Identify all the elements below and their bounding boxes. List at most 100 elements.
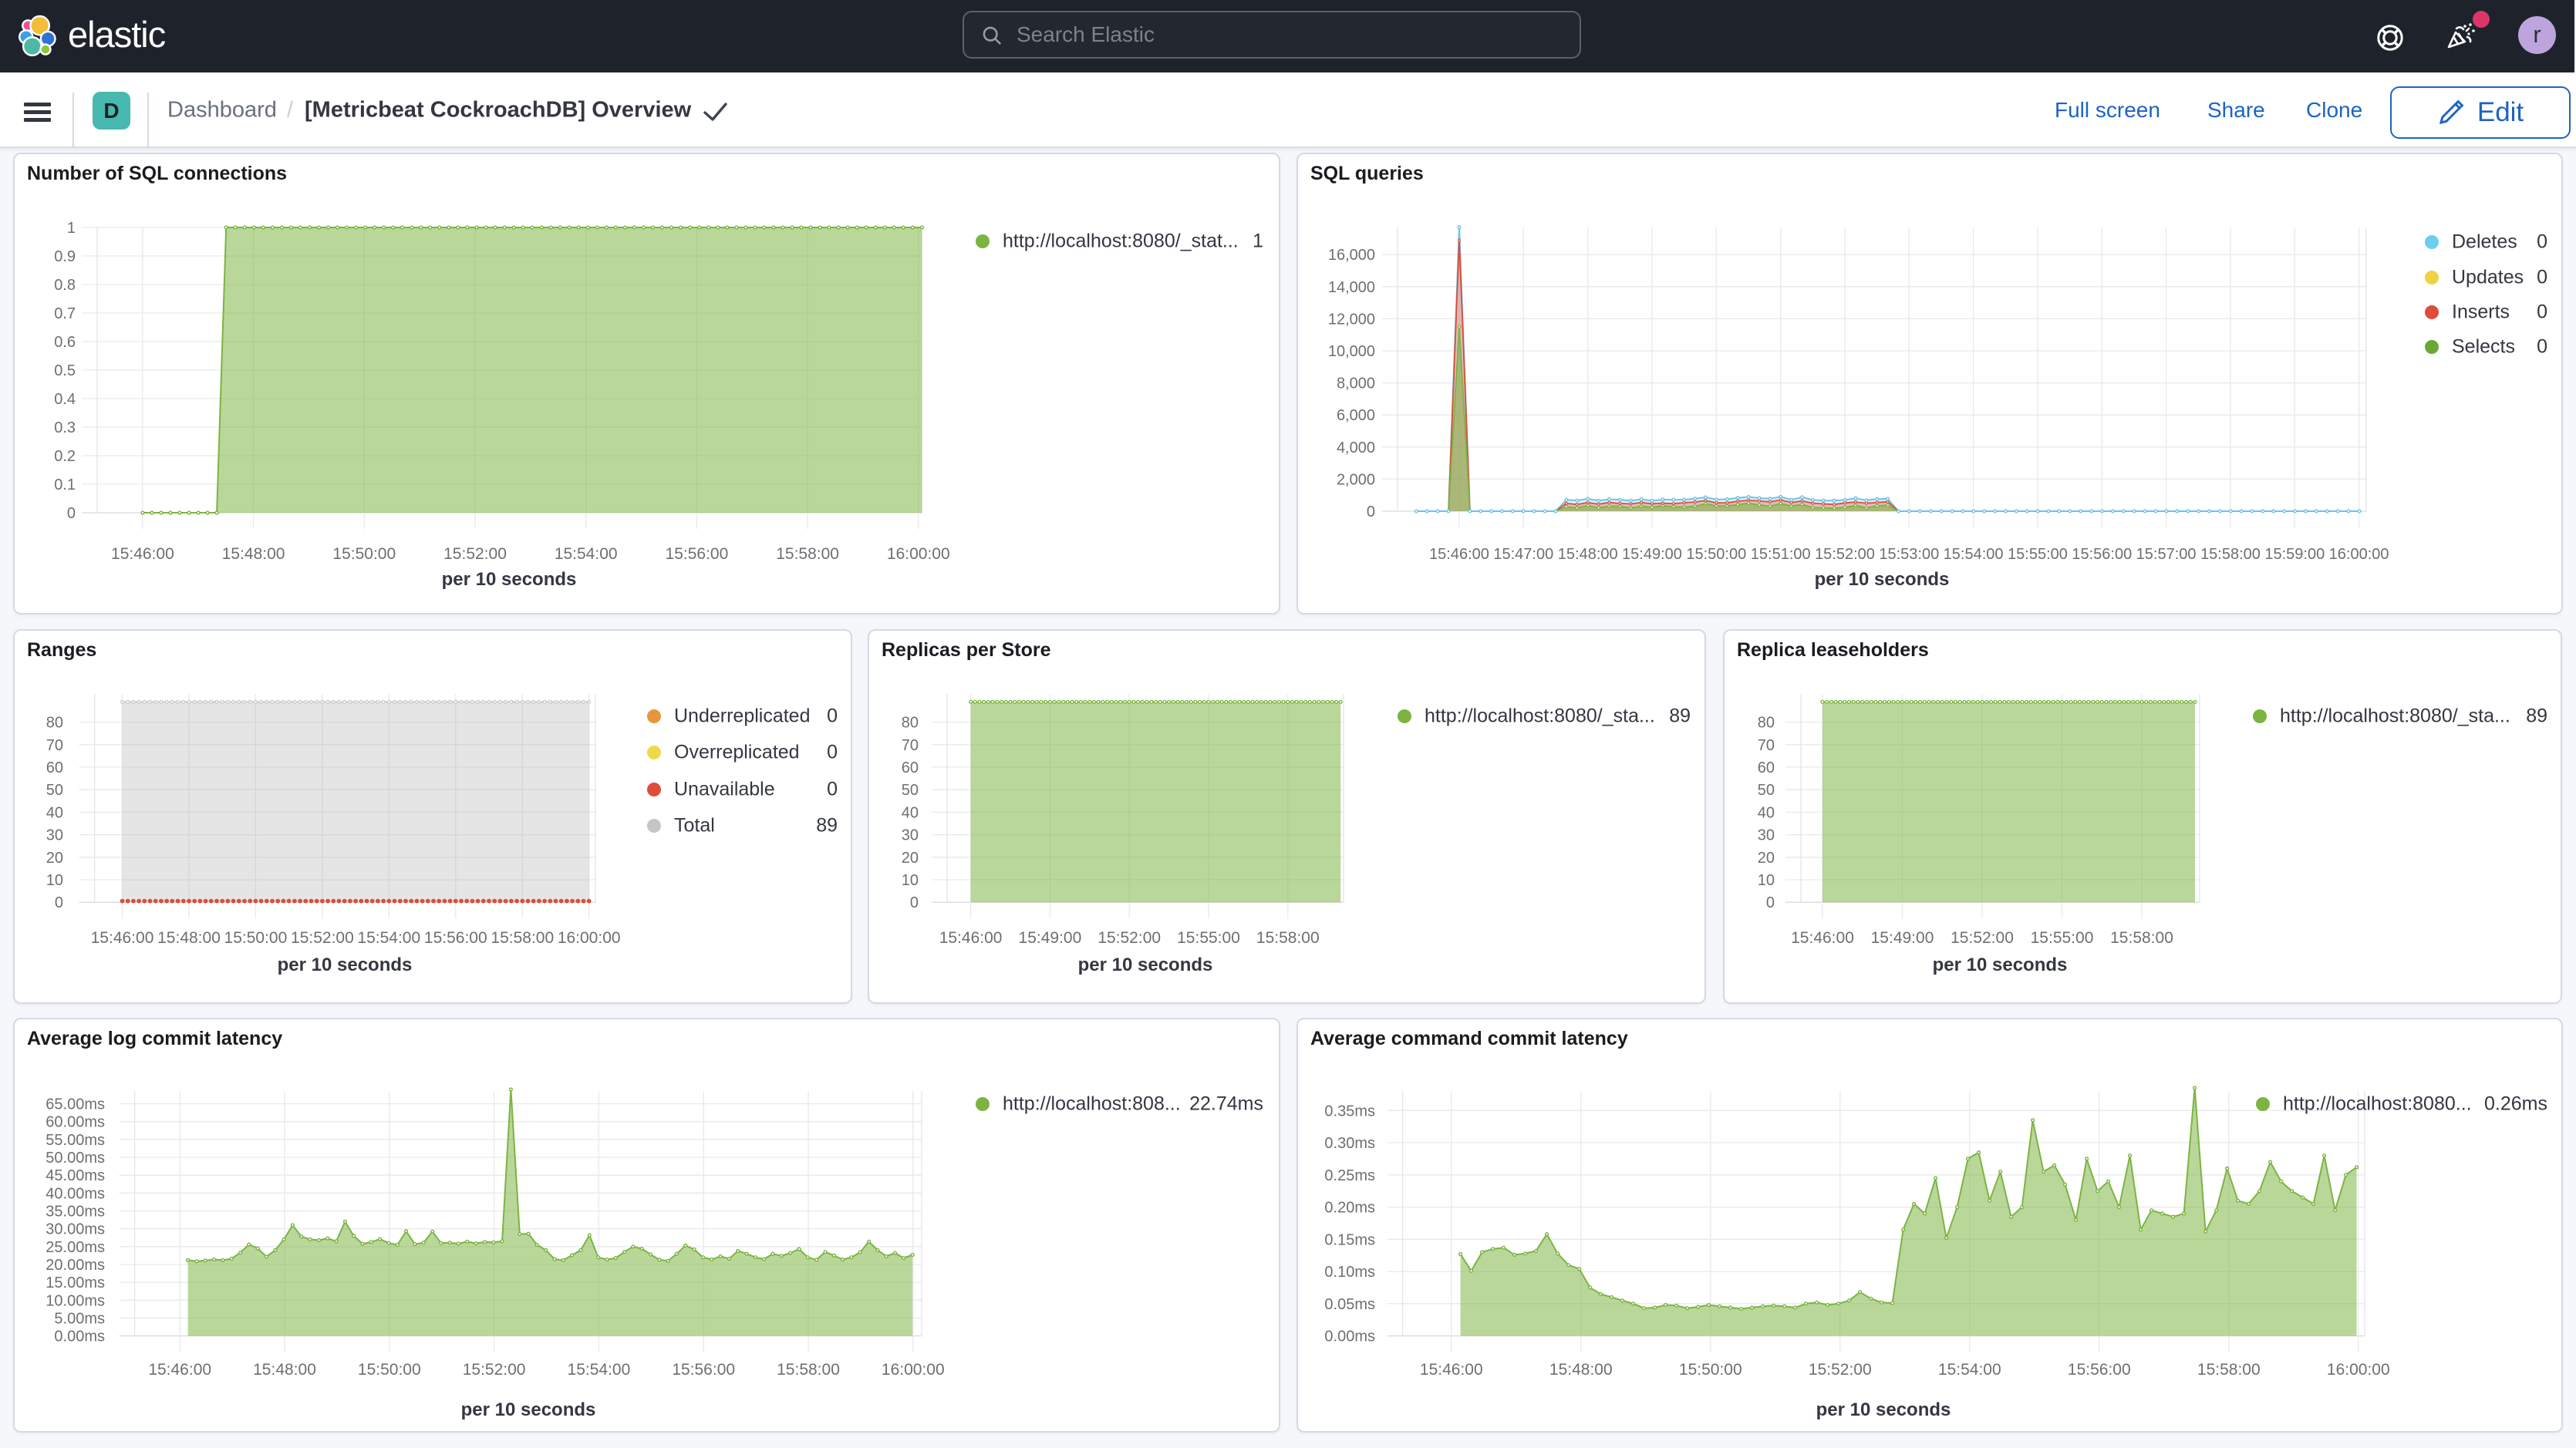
svg-text:15:51:00: 15:51:00 (1751, 546, 1811, 563)
svg-text:20: 20 (902, 850, 919, 867)
svg-text:16:00:00: 16:00:00 (882, 1361, 945, 1379)
svg-text:per 10 seconds: per 10 seconds (1816, 1399, 1951, 1420)
svg-text:0: 0 (1766, 894, 1775, 911)
svg-text:14,000: 14,000 (1328, 279, 1375, 296)
svg-text:45.00ms: 45.00ms (46, 1167, 105, 1184)
svg-text:15:56:00: 15:56:00 (672, 1361, 735, 1379)
svg-text:0.15ms: 0.15ms (1324, 1231, 1375, 1248)
svg-text:15:54:00: 15:54:00 (568, 1361, 631, 1379)
svg-text:15:56:00: 15:56:00 (2072, 546, 2132, 563)
svg-text:0.2: 0.2 (54, 448, 76, 465)
svg-text:16,000: 16,000 (1328, 247, 1375, 264)
svg-text:20.00ms: 20.00ms (46, 1257, 105, 1274)
svg-text:per 10 seconds: per 10 seconds (278, 955, 413, 975)
svg-text:15:57:00: 15:57:00 (2136, 546, 2197, 563)
svg-text:15:56:00: 15:56:00 (424, 929, 487, 947)
svg-text:0.6: 0.6 (54, 334, 76, 351)
svg-text:60: 60 (46, 759, 63, 776)
svg-text:15:55:00: 15:55:00 (2008, 546, 2068, 563)
svg-text:0.8: 0.8 (54, 277, 76, 294)
svg-text:15:46:00: 15:46:00 (148, 1361, 211, 1379)
svg-text:0.20ms: 0.20ms (1324, 1200, 1375, 1217)
svg-text:per 10 seconds: per 10 seconds (1815, 569, 1950, 590)
svg-text:16:00:00: 16:00:00 (2329, 546, 2389, 563)
svg-text:15:52:00: 15:52:00 (1097, 929, 1161, 947)
svg-text:15:52:00: 15:52:00 (463, 1361, 526, 1379)
svg-text:15:52:00: 15:52:00 (291, 929, 354, 947)
svg-text:15:47:00: 15:47:00 (1493, 546, 1553, 563)
svg-text:80: 80 (902, 715, 919, 732)
svg-text:8,000: 8,000 (1337, 375, 1375, 392)
svg-text:30: 30 (902, 827, 919, 844)
svg-text:15:58:00: 15:58:00 (491, 929, 554, 947)
svg-text:15:53:00: 15:53:00 (1879, 546, 1939, 563)
svg-text:15:50:00: 15:50:00 (1679, 1361, 1742, 1379)
svg-text:0.10ms: 0.10ms (1324, 1264, 1375, 1281)
svg-text:15:54:00: 15:54:00 (357, 929, 420, 947)
svg-text:40: 40 (1758, 804, 1775, 821)
svg-text:30: 30 (46, 827, 63, 844)
svg-text:30.00ms: 30.00ms (46, 1221, 105, 1238)
svg-text:20: 20 (46, 850, 63, 867)
svg-text:15:50:00: 15:50:00 (1686, 546, 1746, 563)
svg-text:15:59:00: 15:59:00 (2264, 546, 2325, 563)
svg-text:0: 0 (1367, 503, 1375, 520)
svg-text:15:58:00: 15:58:00 (776, 545, 839, 563)
svg-text:15:48:00: 15:48:00 (1549, 1361, 1613, 1379)
svg-text:15:58:00: 15:58:00 (2110, 929, 2173, 947)
svg-text:per 10 seconds: per 10 seconds (1933, 955, 2068, 975)
svg-text:50: 50 (902, 782, 919, 799)
svg-text:40: 40 (902, 804, 919, 821)
svg-text:15:54:00: 15:54:00 (1938, 1361, 2001, 1379)
svg-text:15:46:00: 15:46:00 (939, 929, 1003, 947)
svg-text:15:48:00: 15:48:00 (157, 929, 221, 947)
svg-text:0.30ms: 0.30ms (1324, 1135, 1375, 1152)
svg-text:16:00:00: 16:00:00 (887, 545, 950, 563)
svg-text:0: 0 (55, 894, 63, 911)
svg-text:15:50:00: 15:50:00 (358, 1361, 421, 1379)
svg-text:60.00ms: 60.00ms (46, 1114, 105, 1131)
svg-text:15:54:00: 15:54:00 (555, 545, 618, 563)
svg-text:0: 0 (910, 894, 919, 911)
svg-text:15:50:00: 15:50:00 (224, 929, 288, 947)
svg-text:15:54:00: 15:54:00 (1944, 546, 2004, 563)
svg-text:10: 10 (46, 872, 63, 889)
svg-text:4,000: 4,000 (1337, 439, 1375, 456)
svg-text:16:00:00: 16:00:00 (2327, 1361, 2390, 1379)
svg-text:10.00ms: 10.00ms (46, 1292, 105, 1309)
svg-text:40: 40 (46, 804, 63, 821)
svg-text:55.00ms: 55.00ms (46, 1132, 105, 1149)
svg-text:15:52:00: 15:52:00 (1815, 546, 1875, 563)
svg-text:0.4: 0.4 (54, 391, 76, 408)
svg-text:15:49:00: 15:49:00 (1871, 929, 1934, 947)
svg-text:50: 50 (1758, 782, 1775, 799)
svg-text:70: 70 (1758, 737, 1775, 754)
svg-text:per 10 seconds: per 10 seconds (442, 569, 577, 590)
svg-text:15:58:00: 15:58:00 (777, 1361, 840, 1379)
svg-text:15:52:00: 15:52:00 (443, 545, 507, 563)
svg-text:15:46:00: 15:46:00 (1420, 1361, 1483, 1379)
svg-text:0.00ms: 0.00ms (1324, 1328, 1375, 1345)
svg-text:10: 10 (1758, 872, 1775, 889)
svg-text:0.25ms: 0.25ms (1324, 1167, 1375, 1184)
svg-text:0: 0 (67, 505, 76, 522)
svg-text:0.3: 0.3 (54, 419, 76, 436)
svg-text:10,000: 10,000 (1328, 343, 1375, 360)
svg-text:per 10 seconds: per 10 seconds (1078, 955, 1213, 975)
svg-text:70: 70 (46, 737, 63, 754)
svg-text:15:55:00: 15:55:00 (1177, 929, 1240, 947)
svg-text:15:52:00: 15:52:00 (1951, 929, 2014, 947)
svg-text:15:52:00: 15:52:00 (1809, 1361, 1872, 1379)
svg-text:50.00ms: 50.00ms (46, 1150, 105, 1167)
svg-text:40.00ms: 40.00ms (46, 1185, 105, 1202)
svg-text:15:58:00: 15:58:00 (2200, 546, 2261, 563)
svg-text:65.00ms: 65.00ms (46, 1096, 105, 1113)
svg-text:15:56:00: 15:56:00 (2068, 1361, 2131, 1379)
svg-text:10: 10 (902, 872, 919, 889)
svg-text:15:46:00: 15:46:00 (91, 929, 154, 947)
svg-text:0.05ms: 0.05ms (1324, 1296, 1375, 1313)
svg-text:15:46:00: 15:46:00 (111, 545, 174, 563)
svg-text:5.00ms: 5.00ms (54, 1310, 105, 1327)
svg-text:per 10 seconds: per 10 seconds (461, 1399, 596, 1420)
svg-text:80: 80 (1758, 715, 1775, 732)
